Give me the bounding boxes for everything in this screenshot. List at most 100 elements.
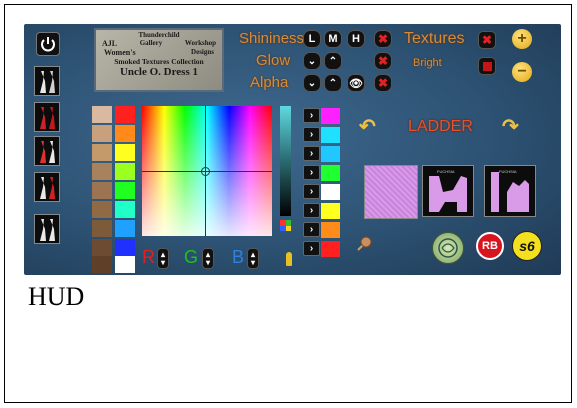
chevron-right-icon: › — [309, 129, 314, 140]
color-swatch[interactable] — [115, 182, 135, 199]
chevron-right-icon: › — [309, 186, 314, 197]
color-swatch[interactable] — [92, 239, 112, 256]
color-swatch[interactable] — [92, 256, 112, 273]
glow-down-button[interactable]: ⌄ — [303, 52, 321, 70]
color-swatch[interactable] — [115, 256, 135, 273]
apply-color-button[interactable]: › — [303, 127, 320, 142]
color-swatch[interactable] — [115, 106, 135, 123]
chevron-down-icon: ▾ — [250, 257, 255, 267]
alpha-visibility-button[interactable]: 👁 — [347, 74, 365, 92]
apply-color-button[interactable]: › — [303, 222, 320, 237]
rgb-r-label: R — [142, 247, 155, 267]
color-swatch[interactable] — [92, 144, 112, 161]
glow-clear-button[interactable]: ✖ — [374, 52, 392, 70]
alpha-up-button[interactable]: ⌃ — [324, 74, 342, 92]
dress-thumb-2[interactable] — [34, 102, 60, 132]
dress-icon — [40, 219, 55, 241]
color-swatch[interactable] — [115, 201, 135, 218]
dropper-icon[interactable] — [286, 252, 292, 266]
s6-logo[interactable]: s6 — [512, 231, 542, 261]
shine-clear-button[interactable]: ✖ — [374, 30, 392, 48]
dress-thumb-5[interactable] — [34, 214, 60, 244]
color-swatch[interactable] — [92, 220, 112, 237]
chevron-up-icon: ⌃ — [328, 55, 338, 67]
power-icon — [41, 37, 55, 52]
swatch-column-primary — [115, 106, 135, 273]
color-swatch[interactable] — [321, 184, 340, 200]
color-spectrum-picker[interactable] — [142, 106, 272, 236]
color-swatch[interactable] — [92, 182, 112, 199]
redo-arrow-icon: ↷ — [502, 116, 519, 138]
color-swatch[interactable] — [92, 106, 112, 123]
chevron-down-icon: ⌄ — [307, 55, 317, 67]
color-swatch[interactable] — [92, 163, 112, 180]
apply-color-button[interactable]: › — [303, 146, 320, 161]
bright-toggle-button[interactable] — [478, 57, 496, 75]
alpha-clear-button[interactable]: ✖ — [374, 74, 392, 92]
color-swatch[interactable] — [115, 220, 135, 237]
texture-thumb-1[interactable]: FUCHSIA — [422, 165, 474, 217]
title-line-3-left: AJL — [102, 39, 118, 48]
dress-icon — [40, 141, 55, 163]
apply-color-button[interactable]: › — [303, 165, 320, 180]
dress-thumb-4[interactable] — [34, 172, 60, 202]
close-icon: ✖ — [377, 32, 389, 46]
title-line-5: Smoked Textures Collection — [114, 57, 204, 66]
apply-color-button[interactable]: › — [303, 184, 320, 199]
color-swatch[interactable] — [321, 241, 340, 257]
apply-color-button[interactable]: › — [303, 241, 320, 256]
apply-color-button[interactable]: › — [303, 108, 320, 123]
color-swatch[interactable] — [115, 163, 135, 180]
hud-panel: Thunderchild AJL Gallery Workshop Women'… — [24, 24, 561, 275]
color-swatch[interactable] — [321, 108, 340, 124]
glow-up-button[interactable]: ⌃ — [324, 52, 342, 70]
pin-icon[interactable] — [352, 234, 374, 256]
close-icon: ✖ — [481, 33, 493, 47]
color-swatch[interactable] — [115, 239, 135, 256]
textures-label: Textures — [404, 30, 465, 47]
rgb-b-stepper[interactable]: ▴ ▾ — [247, 248, 259, 269]
rgb-r-stepper[interactable]: ▴ ▾ — [157, 248, 169, 269]
color-swatch[interactable] — [321, 222, 340, 238]
color-swatch[interactable] — [92, 201, 112, 218]
rgb-g-label: G — [184, 247, 199, 267]
ladder-next-button[interactable]: ↷ — [502, 114, 522, 138]
rgb-g-stepper[interactable]: ▴ ▾ — [202, 248, 214, 269]
dress-icon — [40, 71, 55, 93]
dress-icon — [40, 177, 55, 199]
dress-thumb-3[interactable] — [34, 136, 60, 166]
chevron-right-icon: › — [309, 205, 314, 216]
color-swatch[interactable] — [321, 146, 340, 162]
close-icon: ✖ — [377, 54, 389, 68]
shine-medium-button[interactable]: M — [324, 30, 342, 48]
color-swatch[interactable] — [321, 127, 340, 143]
color-swatch[interactable] — [115, 144, 135, 161]
shine-low-button[interactable]: L — [303, 30, 321, 48]
textures-clear-button[interactable]: ✖ — [478, 31, 496, 49]
sl-brand-logo[interactable] — [432, 232, 464, 264]
texture-preview-main[interactable] — [364, 165, 418, 219]
undo-arrow-icon: ↶ — [359, 116, 376, 138]
texture-thumb-2[interactable]: FUCHSIA — [484, 165, 536, 217]
brightness-slider[interactable] — [280, 106, 291, 216]
title-line-4-left: Women's — [104, 48, 136, 57]
minus-button[interactable]: − — [512, 62, 532, 82]
color-swatch[interactable] — [115, 125, 135, 142]
color-swatch[interactable] — [321, 203, 340, 219]
chevron-right-icon: › — [309, 110, 314, 121]
plus-button[interactable]: + — [512, 29, 532, 49]
alpha-label: Alpha — [250, 74, 289, 91]
alpha-down-button[interactable]: ⌄ — [303, 74, 321, 92]
eye-icon: 👁 — [349, 77, 363, 90]
shine-high-button[interactable]: H — [347, 30, 365, 48]
dress-thumb-1[interactable] — [34, 66, 60, 96]
title-card: Thunderchild AJL Gallery Workshop Women'… — [94, 28, 224, 92]
power-button[interactable] — [36, 32, 60, 56]
rb-logo-text: RB — [482, 240, 498, 252]
color-swatch[interactable] — [92, 125, 112, 142]
ladder-prev-button[interactable]: ↶ — [359, 114, 379, 138]
rb-logo[interactable]: RB — [476, 232, 504, 260]
apply-color-button[interactable]: › — [303, 203, 320, 218]
color-swatch[interactable] — [321, 165, 340, 181]
reset-colors-icon[interactable] — [280, 220, 291, 231]
